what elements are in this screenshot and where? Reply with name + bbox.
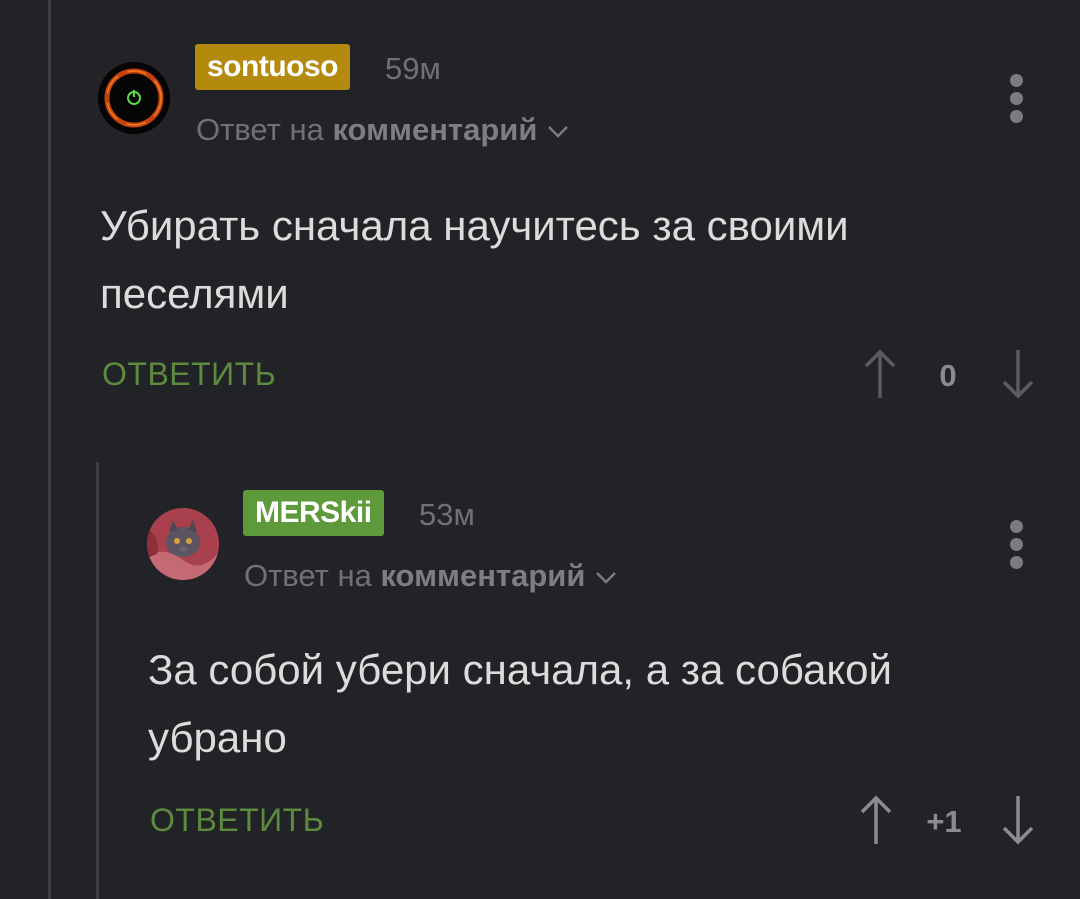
arrow-down-icon[interactable] bbox=[1000, 794, 1036, 846]
comment: MERSkii 53м Ответ на комментарий За собо… bbox=[0, 462, 1080, 899]
comment-text: За собой убери сначала, а за собакой убр… bbox=[148, 646, 893, 761]
username-badge[interactable]: MERSkii bbox=[243, 490, 384, 536]
more-options-icon[interactable] bbox=[1010, 74, 1024, 128]
username-badge[interactable]: sontuoso bbox=[195, 44, 350, 90]
comment: sontuoso 59м Ответ на комментарий Убират… bbox=[0, 0, 1080, 430]
reply-to-prefix: Ответ на bbox=[196, 112, 324, 147]
reply-to-target: комментарий bbox=[332, 112, 538, 147]
reply-to-prefix: Ответ на bbox=[244, 558, 372, 593]
arrow-up-icon[interactable] bbox=[858, 794, 894, 846]
more-options-icon[interactable] bbox=[1010, 520, 1024, 574]
vote-score: +1 bbox=[926, 804, 962, 839]
comments-page: sontuoso 59м Ответ на комментарий Убират… bbox=[0, 0, 1080, 899]
cat-photo-avatar[interactable] bbox=[147, 508, 219, 580]
reply-to-link[interactable]: Ответ на комментарий bbox=[196, 112, 569, 148]
arrow-up-icon[interactable] bbox=[862, 348, 898, 400]
reply-to-link[interactable]: Ответ на комментарий bbox=[244, 558, 617, 594]
reply-button[interactable]: ОТВЕТИТЬ bbox=[150, 802, 324, 839]
reply-to-target: комментарий bbox=[380, 558, 586, 593]
chevron-down-icon bbox=[596, 571, 617, 584]
comment-time: 53м bbox=[419, 497, 475, 532]
chevron-down-icon bbox=[548, 125, 569, 138]
reply-button[interactable]: ОТВЕТИТЬ bbox=[102, 356, 276, 393]
power-ring-avatar-icon[interactable] bbox=[98, 62, 170, 134]
comment-text: Убирать сначала научитесь за своими песе… bbox=[100, 202, 849, 317]
comment-time: 59м bbox=[385, 51, 441, 86]
vote-score: 0 bbox=[939, 358, 957, 393]
arrow-down-icon[interactable] bbox=[1000, 348, 1036, 400]
